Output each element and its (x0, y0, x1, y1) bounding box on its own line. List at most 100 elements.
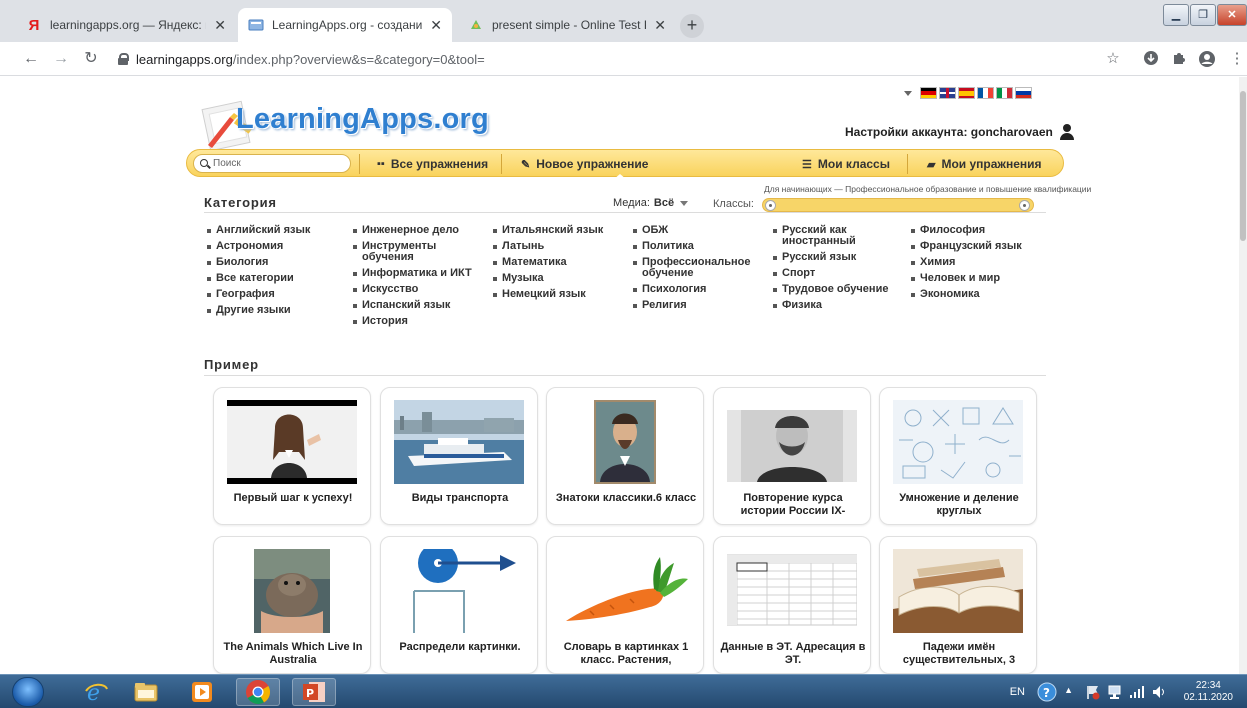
menu-dots-icon[interactable]: ⋮ (1228, 50, 1246, 68)
star-icon[interactable]: ☆ (1104, 50, 1122, 68)
category-link[interactable]: Русский язык (772, 252, 896, 263)
category-link[interactable]: География (206, 289, 310, 300)
flag-es-icon[interactable] (958, 87, 975, 99)
media-player-icon[interactable] (180, 678, 224, 706)
example-card[interactable]: Данные в ЭТ. Адресация в ЭТ. (713, 536, 871, 674)
close-icon[interactable]: ✕ (430, 17, 442, 34)
category-link[interactable]: Философия (910, 225, 1022, 236)
close-window-button[interactable]: ✕ (1217, 4, 1247, 26)
range-min-handle[interactable] (765, 200, 776, 211)
category-link[interactable]: Религия (632, 300, 762, 311)
category-link[interactable]: Искусство (352, 284, 482, 295)
category-link[interactable]: Русский как иностранный (772, 225, 896, 247)
category-link[interactable]: Инженерное дело (352, 225, 482, 236)
example-card[interactable]: Виды транспорта (380, 387, 538, 525)
page-scrollbar[interactable] (1239, 77, 1247, 674)
language-indicator[interactable]: EN (1010, 686, 1025, 698)
flag-fr-icon[interactable] (977, 87, 994, 99)
site-logo[interactable]: LearningApps.org (200, 83, 500, 149)
girl-video-thumbnail (227, 400, 357, 484)
chrome-icon[interactable] (236, 678, 280, 706)
tab-learningapps[interactable]: LearningApps.org - создание му ✕ (238, 8, 452, 42)
new-tab-button[interactable]: + (680, 14, 704, 38)
example-card[interactable]: Повторение курса истории России IX- (713, 387, 871, 525)
tab-yandex[interactable]: Я learningapps.org — Яндекс: наш ✕ (16, 8, 236, 42)
category-link[interactable]: Химия (910, 257, 1022, 268)
example-card[interactable]: Распредели картинки. (380, 536, 538, 674)
category-link[interactable]: Психология (632, 284, 762, 295)
menu-new-exercise[interactable]: ✎ Новое упражнение (521, 156, 648, 172)
tray-expand-icon[interactable]: ▲ (1064, 685, 1073, 695)
example-card[interactable]: Умножение и деление круглых (879, 387, 1037, 525)
example-title: Повторение курса истории России IX- (740, 492, 846, 517)
flag-ru-icon[interactable] (1015, 87, 1032, 99)
spreadsheet-thumbnail (727, 549, 857, 633)
category-link[interactable]: Профессиональное обучение (632, 257, 762, 279)
search-input[interactable]: Поиск (193, 154, 351, 173)
system-clock[interactable]: 22:34 02.11.2020 (1184, 680, 1233, 704)
category-link[interactable]: Биология (206, 257, 310, 268)
media-filter[interactable]: Медиа: Всё (613, 197, 689, 209)
category-link[interactable]: Латынь (492, 241, 603, 252)
chevron-down-icon (904, 90, 912, 96)
forward-icon[interactable]: → (50, 48, 72, 70)
category-link[interactable]: Человек и мир (910, 273, 1022, 284)
account-settings[interactable]: Настройки аккаунта: goncharovaen (845, 124, 1075, 140)
scrollbar-thumb[interactable] (1240, 91, 1246, 241)
category-link[interactable]: Музыка (492, 273, 603, 284)
example-card[interactable]: Падежи имён существительных, 3 (879, 536, 1037, 674)
powerpoint-icon[interactable]: P (292, 678, 336, 706)
signal-icon[interactable] (1129, 685, 1145, 702)
category-link[interactable]: Испанский язык (352, 300, 482, 311)
category-link[interactable]: Физика (772, 300, 896, 311)
close-icon[interactable]: ✕ (214, 17, 226, 34)
category-link[interactable]: История (352, 316, 482, 327)
address-bar[interactable]: learningapps.org/index.php?overview&s=&c… (112, 47, 1112, 71)
category-link[interactable]: Все категории (206, 273, 310, 284)
help-icon[interactable]: ? (1037, 682, 1057, 705)
category-link[interactable]: Инструменты обучения (352, 241, 482, 263)
reload-icon[interactable]: ↻ (80, 48, 102, 70)
flag-de-icon[interactable] (920, 87, 937, 99)
extension-download-icon[interactable] (1142, 50, 1160, 68)
category-link[interactable]: Итальянский язык (492, 225, 603, 236)
profile-icon[interactable] (1198, 50, 1216, 68)
menu-divider (907, 154, 908, 174)
category-link[interactable]: Спорт (772, 268, 896, 279)
flag-it-icon[interactable] (996, 87, 1013, 99)
example-card[interactable]: Знатоки классики.6 класс (546, 387, 704, 525)
classes-range-slider[interactable] (762, 198, 1034, 212)
example-card[interactable]: Первый шаг к успеху! (213, 387, 371, 525)
category-link[interactable]: Французский язык (910, 241, 1022, 252)
category-link[interactable]: ОБЖ (632, 225, 762, 236)
puzzle-icon[interactable] (1170, 50, 1188, 68)
range-max-handle[interactable] (1019, 200, 1030, 211)
network-icon[interactable] (1107, 684, 1123, 703)
category-link[interactable]: Математика (492, 257, 603, 268)
close-icon[interactable]: ✕ (654, 17, 666, 34)
internet-explorer-icon[interactable]: e (74, 678, 118, 706)
menu-my-classes[interactable]: ☰ Мои классы (802, 156, 890, 172)
category-link[interactable]: Немецкий язык (492, 289, 603, 300)
minimize-button[interactable]: ▁ (1163, 4, 1189, 26)
example-card[interactable]: The Animals Which Live In Australia (213, 536, 371, 674)
start-button[interactable] (12, 677, 44, 707)
language-selector[interactable] (904, 87, 1034, 99)
category-link[interactable]: Трудовое обучение (772, 284, 896, 295)
category-link[interactable]: Информатика и ИКТ (352, 268, 482, 279)
tab-testpad[interactable]: present simple - Online Test Pad ✕ (458, 8, 676, 42)
back-icon[interactable]: ← (20, 48, 42, 70)
category-link[interactable]: Другие языки (206, 305, 310, 316)
volume-icon[interactable] (1151, 684, 1167, 703)
menu-my-exercises[interactable]: ▰ Мои упражнения (927, 156, 1042, 172)
category-link[interactable]: Английский язык (206, 225, 310, 236)
category-link[interactable]: Экономика (910, 289, 1022, 300)
menu-all-exercises[interactable]: ▪▪ Все упражнения (377, 156, 488, 172)
flag-tray-icon[interactable] (1085, 684, 1101, 703)
file-explorer-icon[interactable] (124, 678, 168, 706)
category-link[interactable]: Астрономия (206, 241, 310, 252)
restore-button[interactable]: ❐ (1190, 4, 1216, 26)
flag-uk-icon[interactable] (939, 87, 956, 99)
example-card[interactable]: Словарь в картинках 1 класс. Растения, (546, 536, 704, 674)
category-link[interactable]: Политика (632, 241, 762, 252)
